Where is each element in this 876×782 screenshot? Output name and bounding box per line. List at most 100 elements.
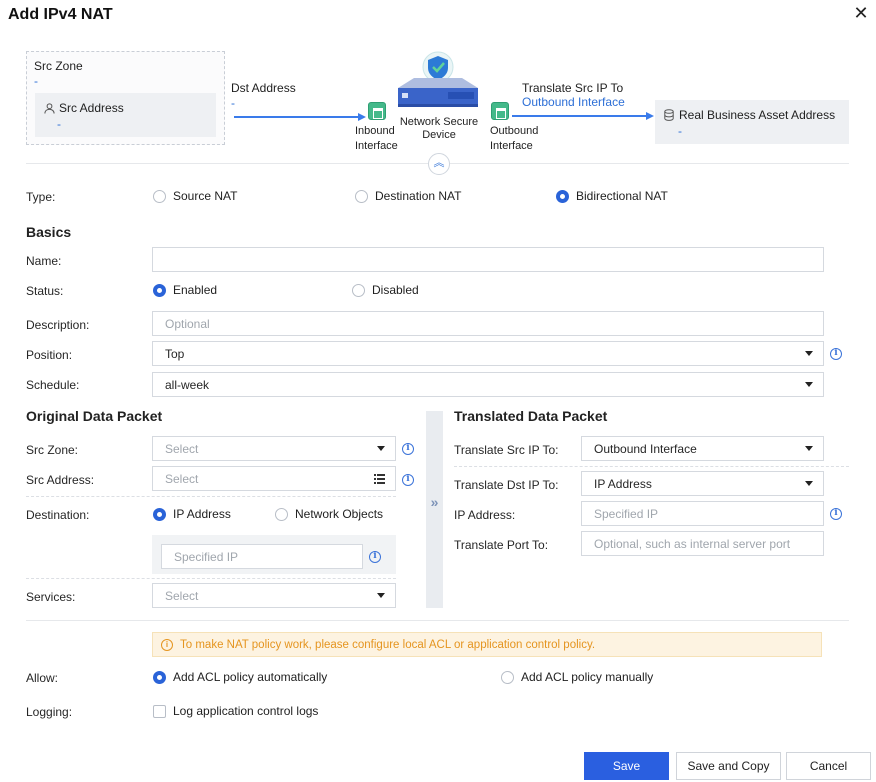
type-destination-nat-radio[interactable]: Destination NAT [355,189,461,203]
acl-warning-banner: i To make NAT policy work, please config… [152,632,822,657]
position-select[interactable]: Top [152,341,824,366]
name-label: Name: [26,254,62,268]
cancel-button[interactable]: Cancel [786,752,871,780]
type-option-label: Destination NAT [375,189,462,203]
inbound-interface-icon [368,102,386,120]
chevron-down-icon [377,593,385,598]
src-zone-placeholder: Select [165,441,199,456]
services-placeholder: Select [165,588,199,603]
real-asset-box [655,100,849,144]
chevron-down-icon [805,481,813,486]
services-label: Services: [26,590,76,604]
basics-heading: Basics [26,224,72,240]
destination-label: Destination: [26,508,90,522]
collapse-diagram-button[interactable]: ︽ [428,153,450,175]
radio-circle [352,283,365,297]
radio-circle [275,507,288,521]
checkbox-box [153,704,166,718]
allow-option-label: Add ACL policy automatically [173,670,328,684]
network-secure-device-icon [398,51,478,107]
status-option-label: Enabled [173,283,218,297]
allow-label: Allow: [26,671,59,685]
translated-ip-address-input[interactable]: Specified IP [581,501,824,526]
logging-checkbox-label: Log application control logs [173,704,319,718]
type-option-label: Source NAT [173,189,238,203]
type-source-nat-radio[interactable]: Source NAT [153,189,237,203]
translated-heading: Translated Data Packet [454,408,608,424]
original-dash-divider [26,496,396,497]
radio-circle-selected [153,507,166,521]
user-icon [44,102,55,114]
destination-option-label: IP Address [173,507,231,521]
diagram-dst-address-value: - [231,96,235,110]
schedule-label: Schedule: [26,378,80,392]
src-address-select[interactable]: Select [152,466,396,491]
dst-arrow-head [358,113,366,121]
status-option-label: Disabled [372,283,419,297]
diagram-src-address-label: Src Address [59,101,124,115]
status-label: Status: [26,284,64,298]
inbound-interface-label: Inbound Interface [355,125,398,152]
diagram-src-address-value: - [57,117,61,131]
chevron-down-icon [805,382,813,387]
src-address-box [35,93,216,137]
position-info-icon[interactable]: i [830,348,842,360]
schedule-select[interactable]: all-week [152,372,824,397]
diagram-real-asset: Real Business Asset Address [664,108,835,122]
destination-ip-input[interactable]: Specified IP [161,544,363,569]
allow-option-label: Add ACL policy manually [521,670,654,684]
save-button[interactable]: Save [584,752,669,780]
translate-src-ip-value: Outbound Interface [594,441,697,456]
diagram-dst-address-label: Dst Address [231,81,296,95]
double-chevron-right-icon: » [430,494,439,510]
diagram-src-zone-label: Src Zone [34,59,83,73]
translated-ip-info-icon[interactable]: i [830,508,842,520]
services-select[interactable]: Select [152,583,396,608]
original-heading: Original Data Packet [26,408,163,424]
destination-ip-info-icon[interactable]: i [369,551,381,563]
close-icon[interactable]: ✕ [852,4,870,22]
src-zone-info-icon[interactable]: i [402,443,414,455]
destination-ip-address-radio[interactable]: IP Address [153,507,231,521]
translate-src-ip-select[interactable]: Outbound Interface [581,436,824,461]
diagram-real-asset-label: Real Business Asset Address [679,108,836,122]
original-dash-divider-2 [26,578,396,579]
warning-text: To make NAT policy work, please configur… [180,638,596,651]
translate-dst-ip-label: Translate Dst IP To: [454,478,559,492]
save-and-copy-button[interactable]: Save and Copy [676,752,781,780]
device-label: Network Secure Device [399,116,479,141]
translate-src-ip-label: Translate Src IP To: [454,443,559,457]
translate-dst-ip-value: IP Address [594,476,652,491]
translate-arrow-line [512,115,647,117]
src-address-placeholder: Select [165,471,199,486]
description-input[interactable]: Optional [152,311,824,336]
translate-dst-ip-select[interactable]: IP Address [581,471,824,496]
dialog-title: Add IPv4 NAT [8,6,113,23]
position-label: Position: [26,348,73,362]
diagram-translate-label: Translate Src IP To [522,81,624,95]
src-address-info-icon[interactable]: i [402,474,414,486]
destination-network-objects-radio[interactable]: Network Objects [275,507,383,521]
list-icon[interactable] [374,474,385,484]
status-enabled-radio[interactable]: Enabled [153,283,217,297]
src-zone-select[interactable]: Select [152,436,396,461]
radio-circle-selected [153,283,166,297]
outbound-interface-icon [491,102,509,120]
allow-manual-radio[interactable]: Add ACL policy manually [501,670,653,684]
translate-arrow-head [646,112,654,120]
status-disabled-radio[interactable]: Disabled [352,283,419,297]
log-app-control-checkbox[interactable]: Log application control logs [153,704,318,718]
dst-arrow-line [234,116,360,118]
chevron-down-icon [805,446,813,451]
orig-src-address-label: Src Address: [26,473,95,487]
allow-auto-radio[interactable]: Add ACL policy automatically [153,670,327,684]
translate-port-input[interactable]: Optional, such as internal server port [581,531,824,556]
diagram-real-asset-value: - [678,124,682,138]
type-bidirectional-nat-radio[interactable]: Bidirectional NAT [556,189,668,203]
ip-address-label: IP Address: [454,508,516,522]
radio-circle-selected [153,670,166,684]
radio-circle [501,670,514,684]
name-input[interactable] [152,247,824,272]
diagram-src-address: Src Address [44,101,124,115]
type-option-label: Bidirectional NAT [576,189,668,203]
